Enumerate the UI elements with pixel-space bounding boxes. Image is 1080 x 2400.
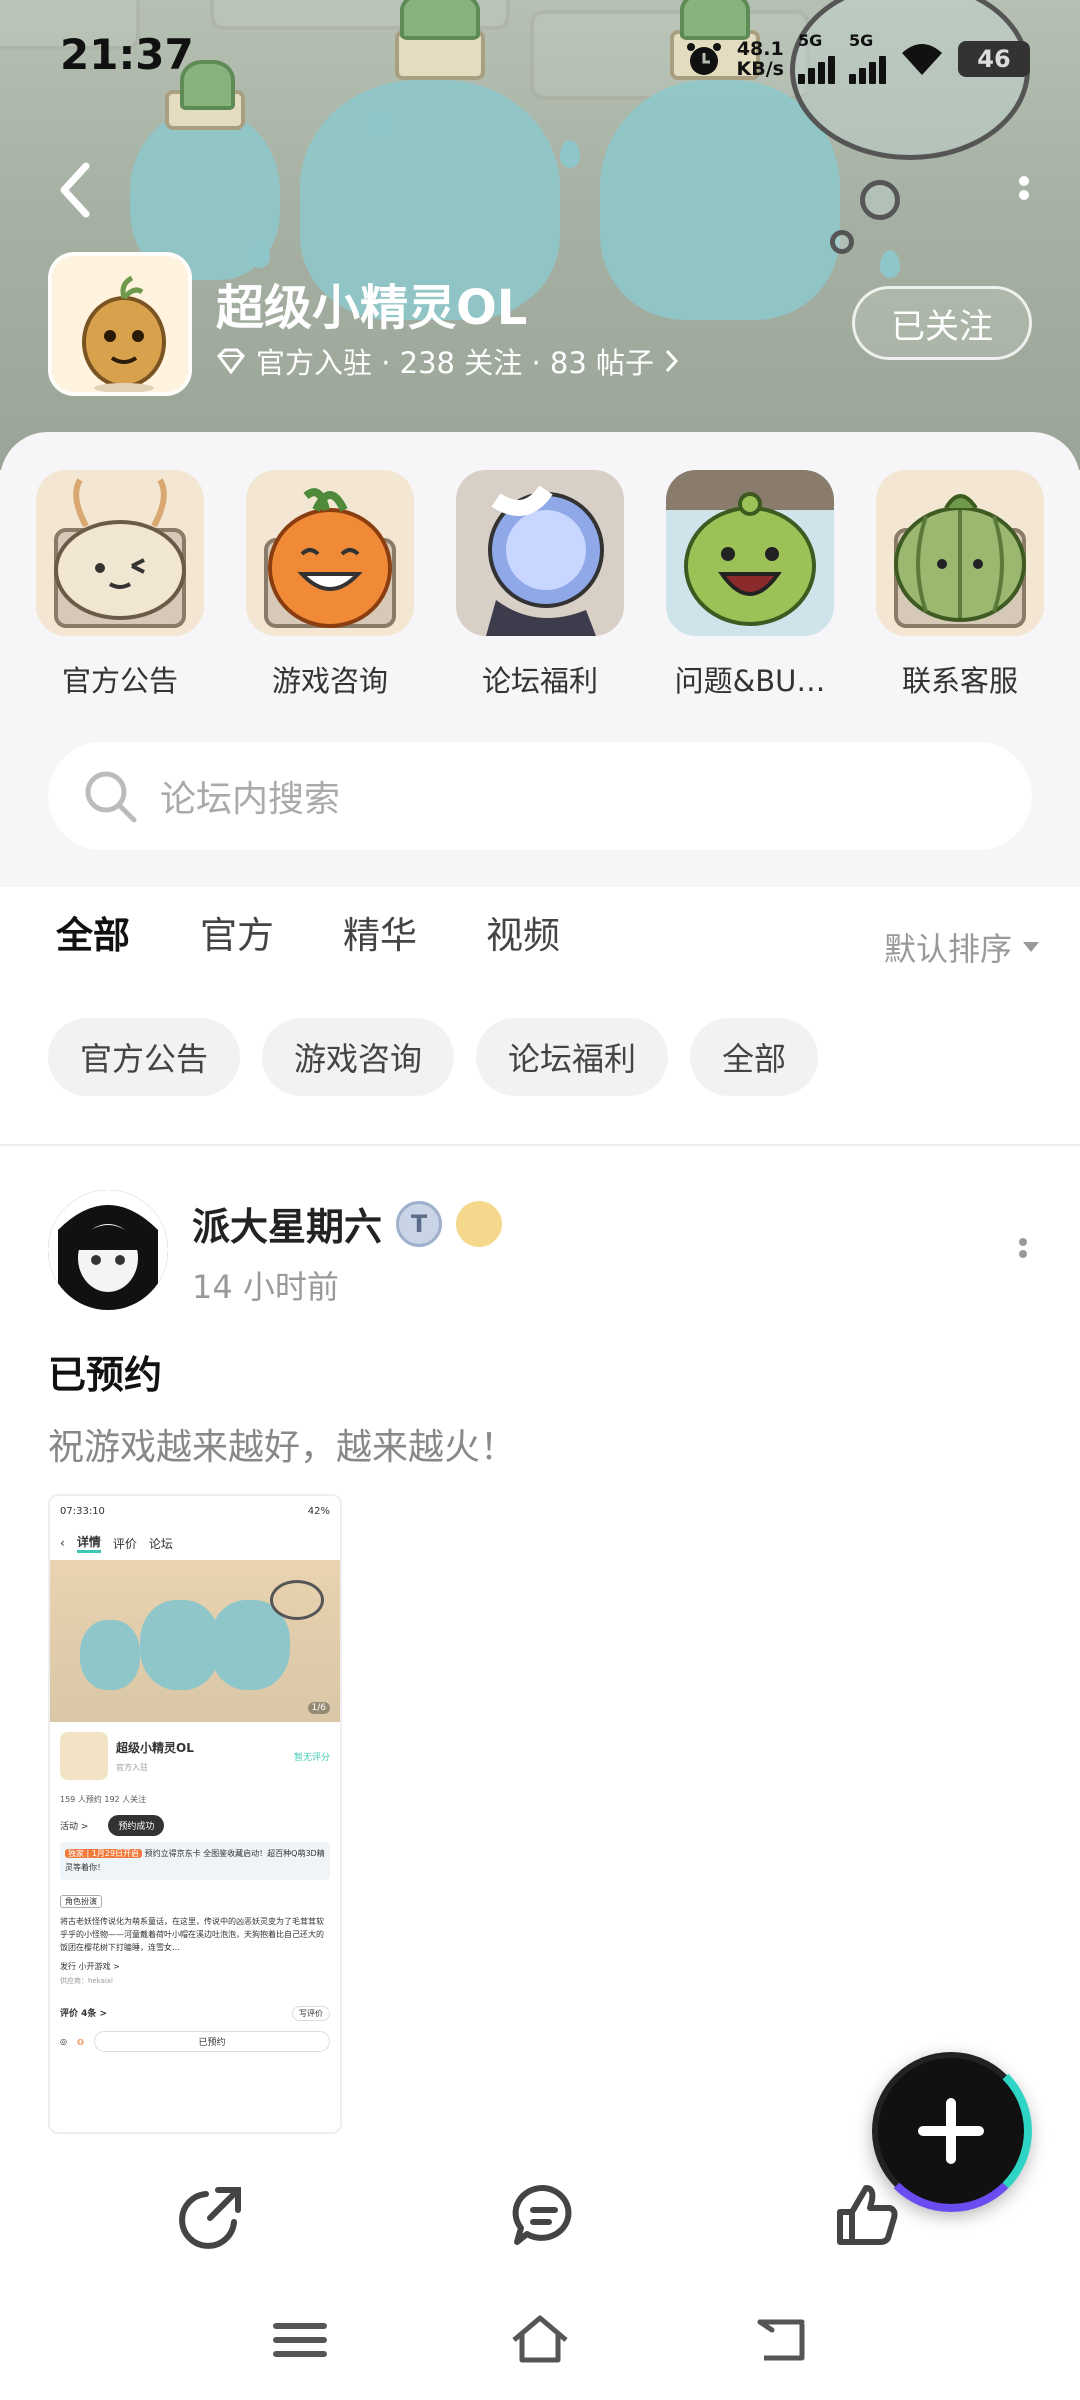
- back-arrow-icon[interactable]: [56, 160, 96, 220]
- category-label: 游戏咨询: [271, 664, 388, 698]
- thumb-status-bar: 07:33:10 42%: [60, 1505, 330, 1517]
- filter-chips: 官方公告 游戏咨询 论坛福利 全部: [48, 1018, 819, 1096]
- caret-down-icon: [1023, 942, 1039, 952]
- alarm-icon: [686, 43, 721, 75]
- forum-page: 21:37 48.1 KB/s 5G 5G 46 超级小精灵OL 官方入驻 · …: [0, 0, 1080, 2400]
- category-label: 论坛福利: [481, 664, 598, 698]
- post-more-icon[interactable]: [1016, 1234, 1030, 1264]
- tab-video[interactable]: 视频: [486, 905, 560, 959]
- post-actions: [0, 2180, 1080, 2270]
- game-sub-info[interactable]: 官方入驻 · 238 关注 · 83 帖子: [216, 340, 680, 382]
- tab-official[interactable]: 官方: [200, 905, 274, 959]
- battery-icon: 46: [958, 41, 1030, 77]
- search-icon: [85, 771, 137, 823]
- tab-all[interactable]: 全部: [56, 905, 130, 959]
- back-icon[interactable]: [752, 2312, 812, 2368]
- game-title: 超级小精灵OL: [216, 280, 528, 336]
- signal-bars-icon: [798, 48, 835, 84]
- category-label: 官方公告: [61, 664, 178, 698]
- status-bar: 21:37 48.1 KB/s 5G 5G 46: [0, 0, 1080, 110]
- chip-all[interactable]: 全部: [690, 1018, 819, 1096]
- system-nav-bar: [0, 2290, 1080, 2400]
- category-label: 联系客服: [901, 664, 1018, 698]
- signal-2: 5G: [849, 33, 886, 84]
- chevron-right-icon: [665, 349, 679, 373]
- more-options-icon[interactable]: [1016, 172, 1032, 212]
- tab-featured[interactable]: 精华: [343, 905, 417, 959]
- status-time: 21:37: [60, 30, 194, 79]
- divider: [0, 1144, 1080, 1146]
- green-monster-icon: [666, 470, 834, 636]
- avatar[interactable]: [48, 1190, 168, 1310]
- chip-game-consult[interactable]: 游戏咨询: [262, 1018, 455, 1096]
- menu-icon[interactable]: [270, 2312, 330, 2368]
- category-bug-report[interactable]: 问题&BU…: [665, 470, 835, 700]
- net-speed: 48.1 KB/s: [736, 38, 784, 80]
- post-body[interactable]: 祝游戏越来越好，越来越火！: [48, 1418, 516, 1470]
- diamond-icon: [217, 348, 245, 374]
- post-author[interactable]: 派大星期六 T: [192, 1196, 503, 1251]
- carrot-character-icon: [246, 470, 414, 636]
- status-icons: 48.1 KB/s 5G 5G 46: [685, 33, 1030, 84]
- post-time: 14 小时前: [192, 1268, 339, 1306]
- bunny-character-icon: [36, 470, 204, 636]
- home-icon[interactable]: [510, 2312, 570, 2368]
- search-bar[interactable]: 论坛内搜索: [48, 742, 1032, 850]
- category-list: 官方公告 游戏咨询 论坛福利 问题&BU… 联系客服: [0, 470, 1080, 698]
- follow-button[interactable]: 已关注: [852, 286, 1032, 360]
- crystal-ball-icon: [456, 470, 624, 636]
- anime-badge-icon: [456, 1200, 503, 1247]
- pumpkin-character-icon: [876, 470, 1044, 636]
- wifi-icon: [902, 44, 942, 75]
- category-sheet: 官方公告 游戏咨询 论坛福利 问题&BU… 联系客服 论坛内搜索: [0, 432, 1080, 887]
- thumb-game-row: 超级小精灵OL 官方入驻 暂无评分: [50, 1732, 340, 1780]
- thumb-nav: ‹ 详情 评价 论坛: [50, 1526, 340, 1560]
- sort-dropdown[interactable]: 默认排序: [884, 924, 1040, 970]
- level-badge-icon: T: [396, 1200, 443, 1247]
- signal-bars-icon: [849, 48, 886, 84]
- comment-icon[interactable]: [509, 2180, 579, 2250]
- category-game-consult[interactable]: 游戏咨询: [245, 470, 415, 700]
- like-icon[interactable]: [832, 2180, 902, 2250]
- thumb-banner: 1/6: [50, 1560, 340, 1722]
- post-image[interactable]: 07:33:10 42% ‹ 详情 评价 论坛 1/6 超级小精灵OL 官方入驻…: [48, 1494, 342, 2134]
- signal-1: 5G: [798, 33, 835, 84]
- game-icon[interactable]: [48, 252, 192, 396]
- category-customer-service[interactable]: 联系客服: [875, 470, 1045, 700]
- search-placeholder[interactable]: 论坛内搜索: [160, 770, 340, 822]
- chip-announcement[interactable]: 官方公告: [48, 1018, 241, 1096]
- post-title[interactable]: 已预约: [48, 1344, 162, 1399]
- potato-character-icon: [52, 256, 188, 392]
- category-announcement[interactable]: 官方公告: [35, 470, 205, 700]
- share-icon[interactable]: [178, 2180, 248, 2250]
- category-welfare[interactable]: 论坛福利: [455, 470, 625, 700]
- category-label: 问题&BU…: [674, 664, 826, 698]
- chip-welfare[interactable]: 论坛福利: [476, 1018, 669, 1096]
